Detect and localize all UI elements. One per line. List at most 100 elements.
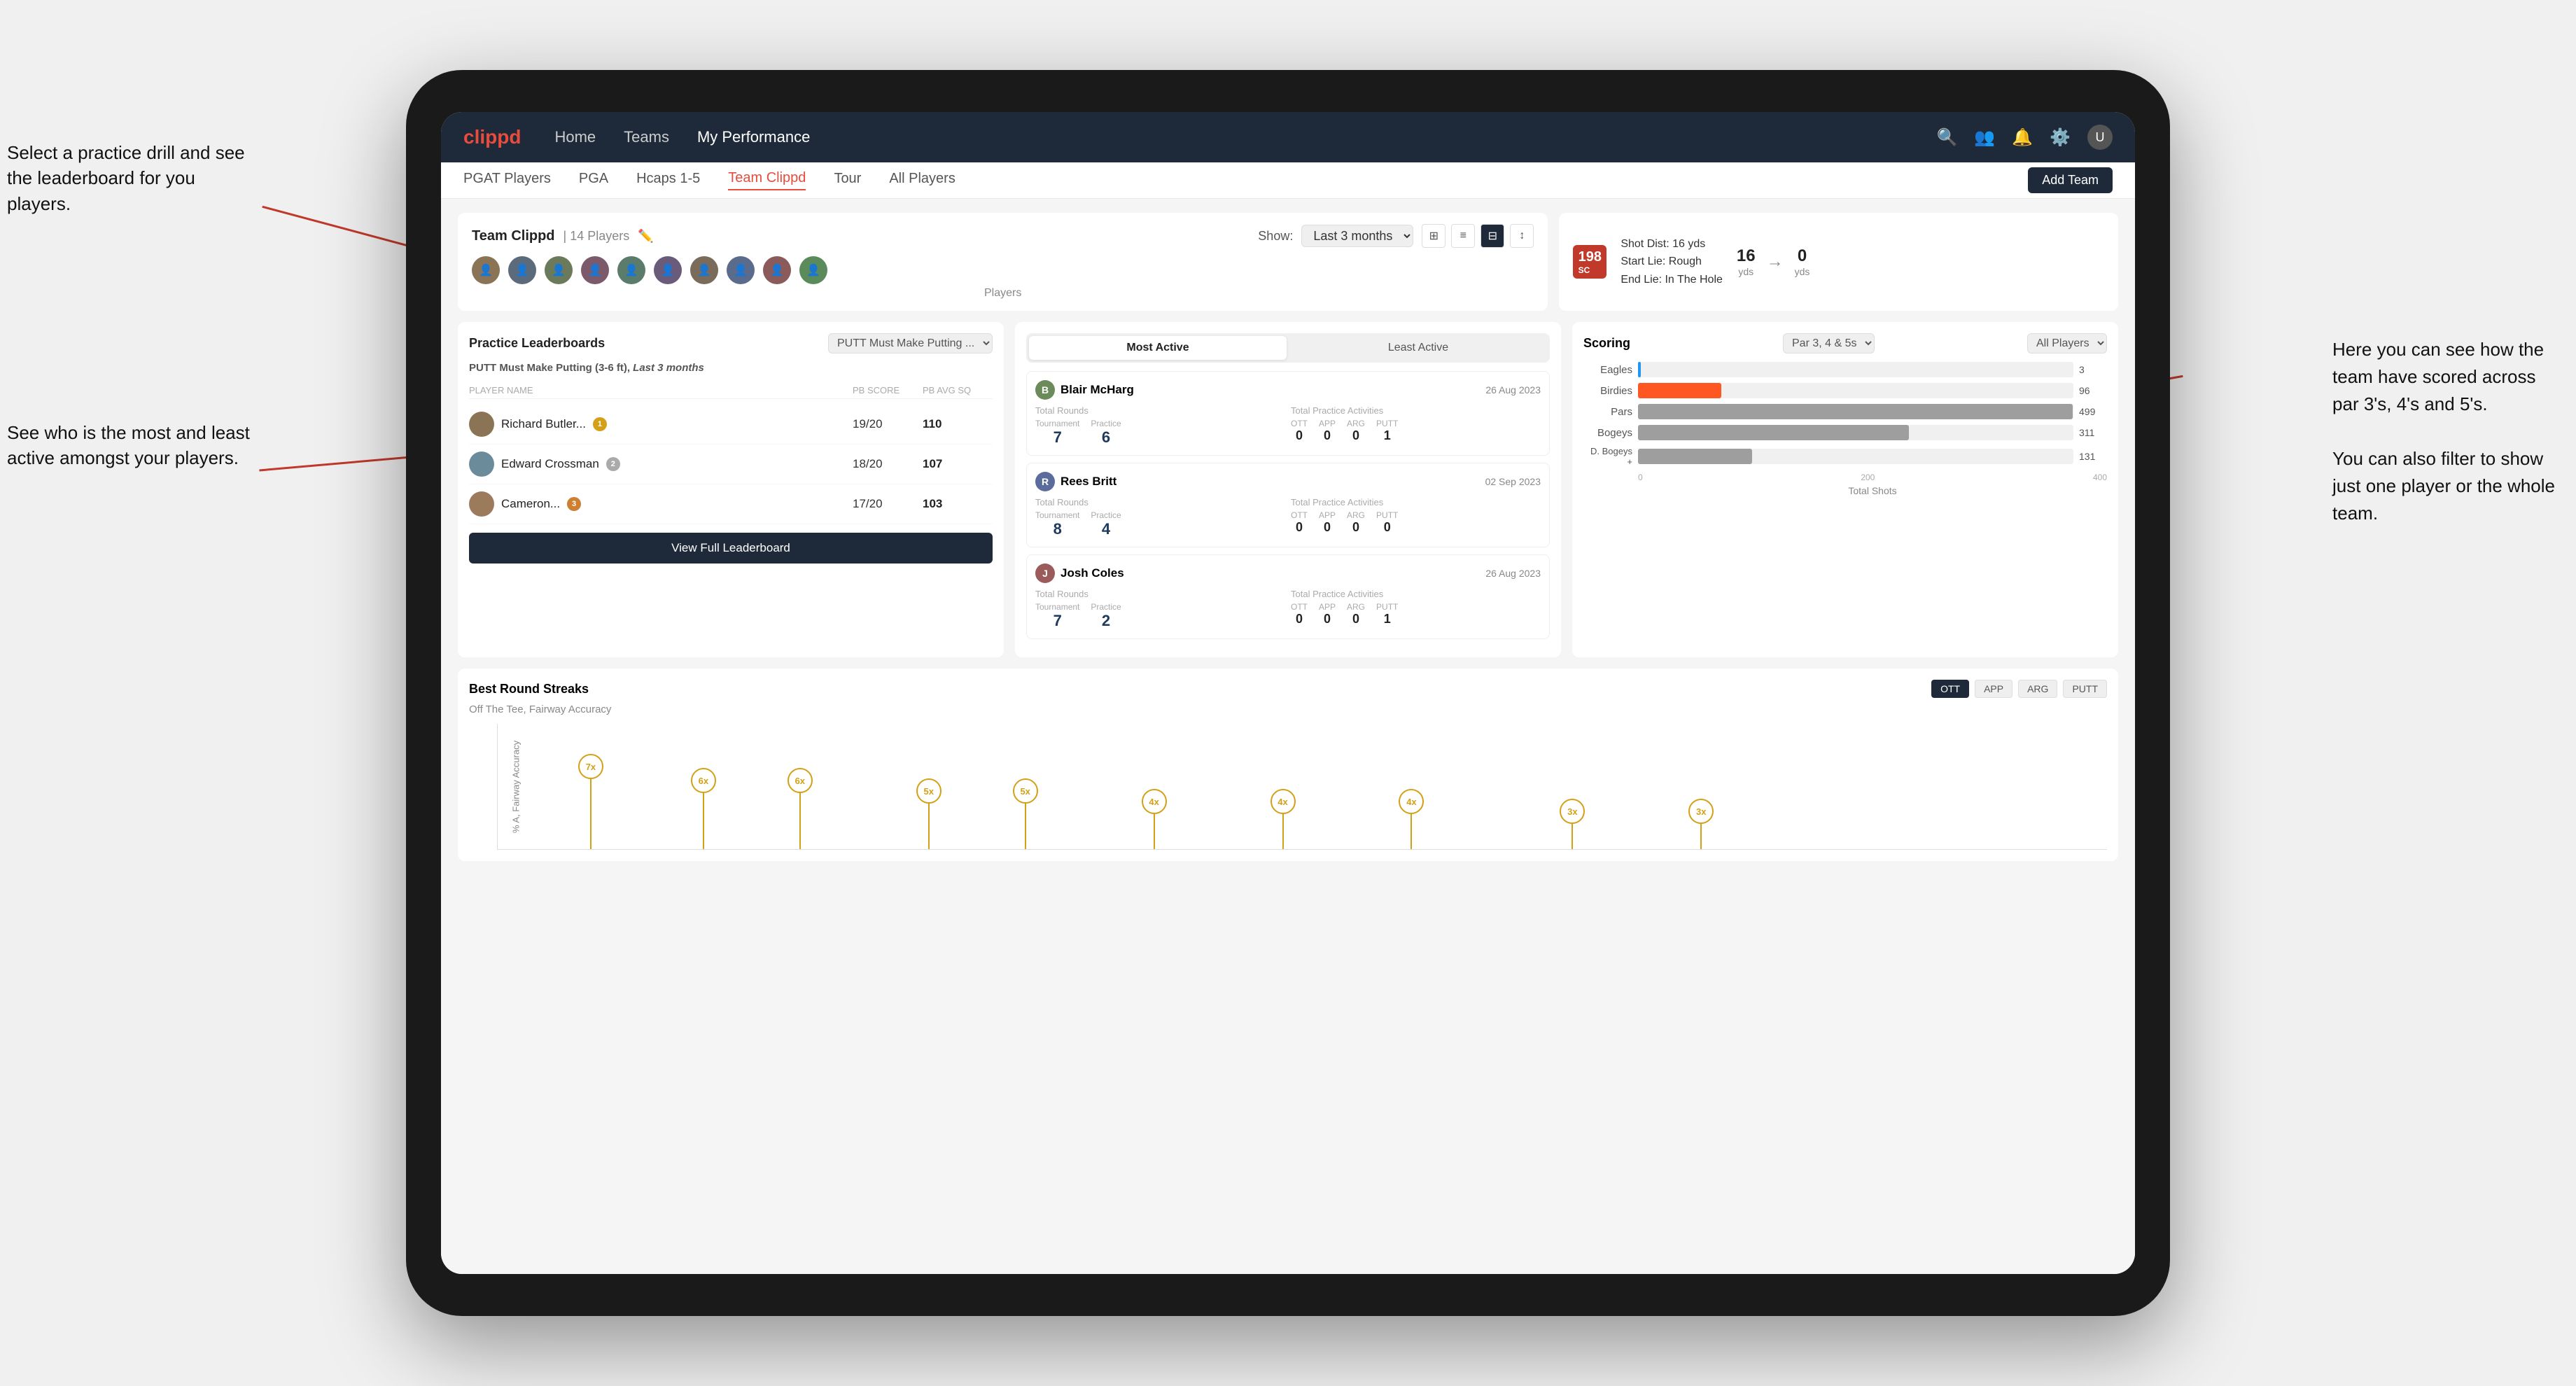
nav-home[interactable]: Home [554, 128, 596, 146]
subnav: PGAT Players PGA Hcaps 1-5 Team Clippd T… [441, 162, 2135, 199]
lb-badge-silver: 2 [606, 457, 620, 471]
player-avatar-6[interactable]: 👤 [654, 256, 682, 284]
nav-my-performance[interactable]: My Performance [697, 128, 810, 146]
streak-point-4: 5x [916, 778, 941, 849]
detail-view-btn[interactable]: ⊟ [1480, 224, 1504, 248]
streak-stem-6 [1154, 814, 1155, 849]
people-icon[interactable]: 👥 [1974, 127, 1995, 148]
blair-practice: Total Practice Activities OTT 0 APP 0 [1291, 405, 1541, 447]
chart-axis: 0 200 400 [1583, 472, 2107, 482]
nav-items: Home Teams My Performance [554, 128, 1936, 146]
nav-teams[interactable]: Teams [624, 128, 669, 146]
bell-icon[interactable]: 🔔 [2012, 127, 2033, 148]
lb-avatar-2 [469, 451, 494, 477]
streak-circle-9: 3x [1560, 799, 1585, 824]
player-avatar-5[interactable]: 👤 [617, 256, 645, 284]
user-avatar[interactable]: U [2087, 125, 2113, 150]
player-avatar-blair: B [1035, 380, 1055, 400]
shot-metric-2: 0 yds [1795, 246, 1810, 277]
activity-panel: Most Active Least Active B Blair McHarg … [1015, 322, 1561, 657]
streak-stem-1 [590, 779, 592, 849]
player-avatar-3[interactable]: 👤 [545, 256, 573, 284]
shot-card: 198 SC Shot Dist: 16 yds Start Lie: Roug… [1559, 213, 2118, 311]
edit-icon[interactable]: ✏️ [638, 229, 653, 244]
player-avatar-4[interactable]: 👤 [581, 256, 609, 284]
bar-row-pars: Pars 499 [1583, 404, 2107, 419]
filter-arg[interactable]: ARG [2018, 680, 2057, 698]
main-content: Team Clippd | 14 Players ✏️ Show: Last 3… [441, 199, 2135, 1274]
filter-app[interactable]: APP [1975, 680, 2012, 698]
leaderboard-panel: Practice Leaderboards PUTT Must Make Put… [458, 322, 1004, 657]
table-row: Cameron... 3 17/20 103 [469, 484, 993, 524]
subnav-pgat[interactable]: PGAT Players [463, 171, 551, 190]
list-view-btn[interactable]: ≡ [1451, 224, 1475, 248]
streak-circle-6: 4x [1142, 789, 1167, 814]
subnav-hcaps[interactable]: Hcaps 1-5 [636, 171, 700, 190]
bar-label-pars: Pars [1583, 406, 1632, 418]
lb-name-2: Edward Crossman [501, 457, 599, 471]
lb-table-header: PLAYER NAME PB SCORE PB AVG SQ [469, 382, 993, 399]
streaks-header: Best Round Streaks OTT APP ARG PUTT [469, 680, 2107, 698]
streak-point-1: 7x [578, 754, 603, 849]
bar-value-pars: 499 [2079, 406, 2107, 417]
streak-stem-10 [1700, 824, 1702, 849]
drill-select[interactable]: PUTT Must Make Putting ... [828, 333, 993, 354]
players-label: Players [472, 287, 1534, 300]
tab-least-active[interactable]: Least Active [1289, 336, 1547, 360]
player-card-blair: B Blair McHarg 26 Aug 2023 Total Rounds … [1026, 371, 1550, 456]
subnav-tour[interactable]: Tour [834, 171, 861, 190]
shot-details: Shot Dist: 16 yds Start Lie: Rough End L… [1620, 235, 1723, 289]
streaks-filter-btns: OTT APP ARG PUTT [1931, 680, 2107, 698]
streak-stem-7 [1282, 814, 1284, 849]
josh-practice: Total Practice Activities OTT 0 APP 0 [1291, 589, 1541, 630]
shot-metrics: 16 yds → 0 yds [1737, 246, 1810, 277]
rees-rounds: Total Rounds Tournament 8 Practice 4 [1035, 497, 1285, 538]
subnav-all-players[interactable]: All Players [889, 171, 955, 190]
lb-sq-2: 107 [923, 457, 993, 471]
streak-circle-8: 4x [1399, 789, 1424, 814]
add-team-button[interactable]: Add Team [2028, 167, 2113, 193]
streak-point-7: 4x [1270, 789, 1296, 849]
sort-btn[interactable]: ↕ [1510, 224, 1534, 248]
scoring-par-filter[interactable]: Par 3, 4 & 5s [1783, 333, 1875, 354]
blair-stats: Total Rounds Tournament 7 Practice 6 [1035, 405, 1541, 447]
ipad-frame: clippd Home Teams My Performance 🔍 👥 🔔 ⚙… [406, 70, 2170, 1316]
player-avatar-2[interactable]: 👤 [508, 256, 536, 284]
leaderboard-subtitle: PUTT Must Make Putting (3-6 ft), Last 3 … [469, 362, 993, 374]
bar-label-dbogeys: D. Bogeys + [1583, 446, 1632, 467]
bar-track-eagles [1638, 362, 2073, 377]
show-period-select[interactable]: Last 3 months Last 6 months Last year [1301, 225, 1413, 247]
subnav-team-clippd[interactable]: Team Clippd [728, 170, 806, 190]
lb-name-1: Richard Butler... [501, 417, 586, 431]
chart-xlabel: Total Shots [1583, 485, 2107, 496]
table-row: Edward Crossman 2 18/20 107 [469, 444, 993, 484]
streaks-title: Best Round Streaks [469, 682, 589, 696]
search-icon[interactable]: 🔍 [1936, 127, 1957, 148]
annotation-1: Select a practice drill and seethe leade… [7, 140, 259, 216]
lb-score-3: 17/20 [853, 497, 923, 511]
filter-putt[interactable]: PUTT [2063, 680, 2107, 698]
player-avatar-1[interactable]: 👤 [472, 256, 500, 284]
subnav-pga[interactable]: PGA [579, 171, 608, 190]
bar-row-bogeys: Bogeys 311 [1583, 425, 2107, 440]
filter-ott[interactable]: OTT [1931, 680, 1969, 698]
streak-circle-3: 6x [788, 768, 813, 793]
ipad-screen: clippd Home Teams My Performance 🔍 👥 🔔 ⚙… [441, 112, 2135, 1274]
bar-row-dbogeys: D. Bogeys + 131 [1583, 446, 2107, 467]
player-avatar-7[interactable]: 👤 [690, 256, 718, 284]
bar-track-birdies [1638, 383, 2073, 398]
scoring-player-filter[interactable]: All Players [2027, 333, 2107, 354]
bar-label-birdies: Birdies [1583, 385, 1632, 397]
lb-badge-bronze: 3 [567, 497, 581, 511]
streak-circle-10: 3x [1688, 799, 1714, 824]
player-avatar-10[interactable]: 👤 [799, 256, 827, 284]
arrow-line-2 [259, 455, 426, 472]
streak-stem-3 [799, 793, 801, 849]
player-avatar-9[interactable]: 👤 [763, 256, 791, 284]
view-full-leaderboard-button[interactable]: View Full Leaderboard [469, 533, 993, 564]
player-avatar-8[interactable]: 👤 [727, 256, 755, 284]
grid-view-btn[interactable]: ⊞ [1422, 224, 1446, 248]
settings-icon[interactable]: ⚙️ [2050, 127, 2071, 148]
tab-most-active[interactable]: Most Active [1029, 336, 1287, 360]
bar-fill-birdies [1638, 383, 1721, 398]
